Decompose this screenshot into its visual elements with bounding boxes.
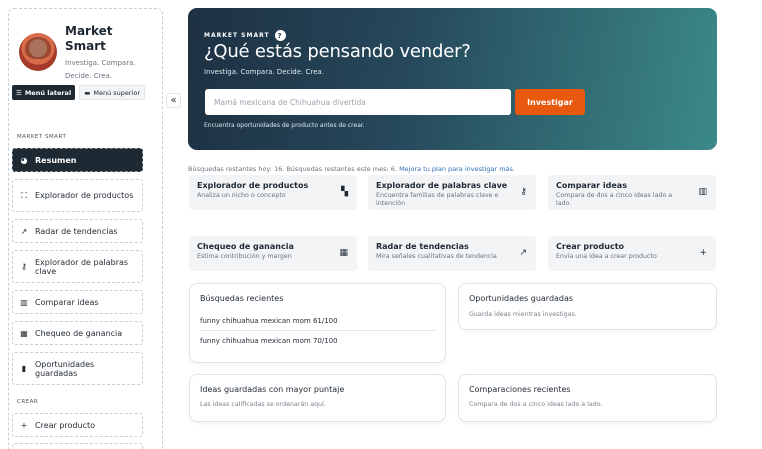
brand-block: Market Smart Investiga. Compara. Decide.… — [19, 23, 159, 93]
recent-search-row[interactable]: funny chihuahua mexican mom 70/100 — [200, 337, 436, 345]
binoculars-icon: ▚ — [341, 187, 348, 197]
hero-banner: MARKET SMART ? ¿Qué estás pensando vende… — [188, 8, 717, 150]
empty-state-text: Las ideas calificadas se ordenarán aquí. — [200, 401, 326, 408]
chevron-double-left-icon: « — [170, 95, 177, 106]
hero-kicker: MARKET SMART ? — [204, 30, 286, 41]
menu-toggle: ☰ Menú lateral ▬ Menú superior — [12, 85, 146, 100]
sidebar-item-radar-tendencias[interactable]: ↗ Radar de tendencias — [12, 219, 143, 243]
empty-state-text: Compara de dos a cinco ideas lado a lado… — [469, 401, 603, 408]
plus-icon: + — [20, 420, 28, 430]
upgrade-link[interactable]: Mejora tu plan para investigar más. — [399, 165, 515, 173]
section-label-main: MARKET SMART — [17, 134, 67, 140]
tool-card-crear-producto[interactable]: Crear producto Envía una idea a crear pr… — [548, 236, 716, 271]
calculator-icon: ▦ — [20, 328, 28, 338]
sidebar-item-explorador-palabras[interactable]: ⚷ Explorador de palabras clave — [12, 250, 143, 283]
tool-card-explorador-palabras[interactable]: Explorador de palabras clave Encuentra f… — [368, 175, 536, 210]
columns-icon: ▥ — [698, 187, 707, 197]
columns-icon: ▥ — [20, 297, 28, 307]
chart-pie-icon: ◕ — [20, 155, 28, 165]
recent-search-row[interactable]: funny chihuahua mexican mom 61/100 — [200, 317, 436, 325]
plus-icon: + — [699, 248, 707, 258]
sidebar-item-partial[interactable] — [12, 443, 143, 449]
search-input[interactable] — [205, 89, 511, 115]
tool-card-explorador-productos[interactable]: Explorador de productos Analiza un nicho… — [189, 175, 357, 210]
help-icon[interactable]: ? — [274, 30, 286, 41]
investigate-button[interactable]: Investigar — [515, 89, 585, 115]
panel-title: Oportunidades guardadas — [469, 294, 574, 303]
sidebar-item-oportunidades[interactable]: ▮ Oportunidades guardadas — [12, 352, 143, 385]
sidebar-item-resumen[interactable]: ◕ Resumen — [12, 148, 143, 172]
saved-opportunities-panel: Oportunidades guardadas Guarda ideas mie… — [458, 283, 717, 330]
side-menu-toggle[interactable]: ☰ Menú lateral — [12, 85, 76, 100]
top-menu-toggle[interactable]: ▬ Menú superior — [79, 85, 146, 100]
hero-footnote: Encuentra oportunidades de producto ante… — [204, 122, 365, 129]
tool-card-radar-tendencias[interactable]: Radar de tendencias Mira señales cualita… — [368, 236, 536, 271]
panel-title: Comparaciones recientes — [469, 385, 571, 394]
top-ideas-panel: Ideas guardadas con mayor puntaje Las id… — [189, 374, 446, 422]
empty-state-text: Guarda ideas mientras investigas. — [469, 311, 577, 318]
trend-icon: ↗ — [519, 248, 527, 258]
sidebar-item-chequeo-ganancia[interactable]: ▦ Chequeo de ganancia — [12, 321, 143, 345]
collapse-sidebar-button[interactable]: « — [166, 93, 181, 108]
recent-comparisons-panel: Comparaciones recientes Compara de dos a… — [458, 374, 717, 422]
avatar — [19, 33, 57, 71]
tool-card-comparar-ideas[interactable]: Comparar ideas Compara de dos a cinco id… — [548, 175, 716, 210]
key-icon: ⚷ — [520, 187, 527, 197]
recent-searches-panel: Búsquedas recientes funny chihuahua mexi… — [189, 283, 446, 363]
hero-title: ¿Qué estás pensando vender? — [204, 41, 471, 62]
bookmark-icon: ▮ — [21, 364, 27, 373]
binoculars-icon: ⛶ — [21, 190, 27, 200]
tool-card-chequeo-ganancia[interactable]: Chequeo de ganancia Estima contribución … — [189, 236, 357, 271]
top-menu-icon: ▬ — [84, 88, 91, 97]
key-icon: ⚷ — [21, 262, 27, 271]
divider — [200, 330, 436, 331]
trend-icon: ↗ — [20, 226, 28, 236]
sidebar-item-crear-producto[interactable]: + Crear producto — [12, 413, 143, 437]
sidebar-item-explorador-productos[interactable]: ⛶ Explorador de productos — [12, 179, 143, 212]
panel-title: Búsquedas recientes — [200, 294, 284, 303]
section-label-create: CREAR — [17, 399, 39, 405]
panel-title: Ideas guardadas con mayor puntaje — [200, 385, 345, 394]
brand-tagline: Investiga. Compara. Decide. Crea. — [65, 59, 136, 80]
brand-name: Market Smart — [65, 24, 113, 53]
quota-text: Búsquedas restantes hoy: 16. Búsquedas r… — [188, 165, 515, 173]
calculator-icon: ▦ — [339, 248, 348, 258]
hamburger-icon: ☰ — [16, 88, 22, 97]
sidebar-item-comparar-ideas[interactable]: ▥ Comparar ideas — [12, 290, 143, 314]
hero-subtitle: Investiga. Compara. Decide. Crea. — [204, 68, 324, 76]
